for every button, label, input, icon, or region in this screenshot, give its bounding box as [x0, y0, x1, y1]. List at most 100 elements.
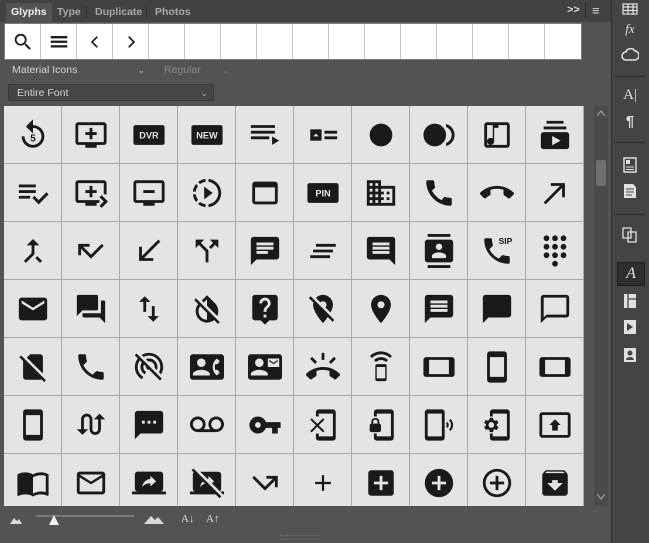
menu-glyph-icon[interactable]: [41, 24, 77, 59]
glyph-cell[interactable]: [178, 396, 236, 454]
zoom-search-icon[interactable]: [5, 24, 41, 59]
glyph-cell[interactable]: [236, 454, 294, 506]
media-icon[interactable]: [621, 318, 639, 336]
glyph-cell[interactable]: [62, 454, 120, 506]
show-filter-dropdown[interactable]: Entire Font ⌄: [8, 84, 214, 101]
glyph-cell[interactable]: [526, 396, 584, 454]
glyph-cell[interactable]: [526, 222, 584, 280]
resize-grip[interactable]: [280, 535, 320, 540]
glyph-cell[interactable]: [62, 106, 120, 164]
glyph-cell[interactable]: [410, 454, 468, 506]
glyph-cell[interactable]: [294, 280, 352, 338]
font-style-dropdown[interactable]: Regular ⌄: [156, 62, 234, 79]
recent-glyph-slot[interactable]: [437, 24, 473, 59]
glyph-cell[interactable]: [410, 338, 468, 396]
glyph-cell[interactable]: [352, 454, 410, 506]
recent-glyph-slot[interactable]: [257, 24, 293, 59]
glyph-cell[interactable]: [352, 396, 410, 454]
glyph-cell[interactable]: [526, 280, 584, 338]
glyph-cell[interactable]: [236, 280, 294, 338]
glyph-cell[interactable]: [236, 164, 294, 222]
recent-glyph-slot[interactable]: [221, 24, 257, 59]
glyph-cell[interactable]: [410, 106, 468, 164]
glyph-cell[interactable]: [120, 164, 178, 222]
table-icon[interactable]: [621, 0, 639, 18]
glyph-cell[interactable]: DVR: [120, 106, 178, 164]
glyph-cell[interactable]: [4, 280, 62, 338]
glyph-cell[interactable]: [468, 164, 526, 222]
glyph-cell[interactable]: [178, 164, 236, 222]
tab-type[interactable]: Type: [52, 3, 86, 22]
chevron-left-icon[interactable]: [77, 24, 113, 59]
glyph-cell[interactable]: [4, 454, 62, 506]
glyph-cell[interactable]: [62, 280, 120, 338]
recent-glyph-slot[interactable]: [329, 24, 365, 59]
chevron-right-icon[interactable]: [113, 24, 149, 59]
glyph-cell[interactable]: [526, 106, 584, 164]
glyph-cell[interactable]: [352, 338, 410, 396]
glyph-cell[interactable]: SIP: [468, 222, 526, 280]
paragraph-icon[interactable]: ¶: [621, 112, 639, 130]
small-mountain-icon[interactable]: [10, 516, 22, 524]
zoom-slider-handle[interactable]: [48, 514, 60, 526]
fx-effects-icon[interactable]: fx: [621, 20, 639, 38]
table-styles-icon[interactable]: [621, 292, 639, 310]
collapse-panel-icon[interactable]: >>: [567, 4, 580, 16]
glyph-cell[interactable]: [4, 164, 62, 222]
glyph-cell[interactable]: [410, 396, 468, 454]
glyph-cell[interactable]: [236, 396, 294, 454]
scrollbar-thumb[interactable]: [596, 160, 606, 186]
scroll-down-icon[interactable]: [597, 494, 605, 500]
recent-glyph-slot[interactable]: [365, 24, 401, 59]
glyph-cell[interactable]: [4, 396, 62, 454]
glyph-cell[interactable]: [352, 106, 410, 164]
paragraph-styles-icon[interactable]: [621, 182, 639, 200]
recent-glyph-slot[interactable]: [293, 24, 329, 59]
glyph-cell[interactable]: [468, 454, 526, 506]
glyph-cell[interactable]: [352, 280, 410, 338]
glyph-cell[interactable]: [410, 164, 468, 222]
glyph-cell[interactable]: [468, 106, 526, 164]
recent-glyph-slot[interactable]: [509, 24, 545, 59]
glyph-cell[interactable]: [62, 396, 120, 454]
tab-photos[interactable]: Photos: [150, 3, 196, 22]
glyph-cell[interactable]: [120, 280, 178, 338]
recent-glyph-slot[interactable]: [185, 24, 221, 59]
glyph-cell[interactable]: [468, 396, 526, 454]
glyph-cell[interactable]: [4, 222, 62, 280]
glyph-cell[interactable]: [178, 280, 236, 338]
glyph-cell[interactable]: [4, 338, 62, 396]
object-styles-icon[interactable]: [621, 156, 639, 174]
glyph-cell[interactable]: [120, 396, 178, 454]
glyph-cell[interactable]: [120, 338, 178, 396]
glyph-cell[interactable]: [236, 106, 294, 164]
tab-glyphs[interactable]: Glyphs: [6, 3, 52, 22]
scroll-up-icon[interactable]: [597, 110, 605, 116]
glyph-cell[interactable]: [120, 222, 178, 280]
increase-font-size-icon[interactable]: A↑: [206, 513, 219, 525]
glyph-cell[interactable]: [294, 338, 352, 396]
character-icon[interactable]: A|: [621, 86, 639, 104]
glyph-cell[interactable]: [294, 106, 352, 164]
glyph-cell[interactable]: [294, 454, 352, 506]
tab-duplicate[interactable]: Duplicate: [90, 3, 147, 22]
glyph-cell[interactable]: [352, 164, 410, 222]
glyph-cell[interactable]: NEW: [178, 106, 236, 164]
glyph-cell[interactable]: [526, 338, 584, 396]
glyph-cell[interactable]: [410, 280, 468, 338]
glyph-cell[interactable]: 5: [4, 106, 62, 164]
panel-menu-icon[interactable]: ≡: [592, 3, 600, 18]
glyph-cell[interactable]: [468, 280, 526, 338]
recent-glyph-slot[interactable]: [545, 24, 581, 59]
glyph-cell[interactable]: [294, 222, 352, 280]
glyph-cell[interactable]: [236, 338, 294, 396]
glyph-cell[interactable]: [178, 338, 236, 396]
glyph-cell[interactable]: [352, 222, 410, 280]
font-family-dropdown[interactable]: Material Icons ⌄: [4, 62, 150, 79]
glyph-cell[interactable]: [62, 338, 120, 396]
glyph-cell[interactable]: [410, 222, 468, 280]
glyph-cell[interactable]: [62, 164, 120, 222]
recent-glyph-slot[interactable]: [149, 24, 185, 59]
glyph-cell[interactable]: [294, 396, 352, 454]
decrease-font-size-icon[interactable]: A↓: [181, 513, 194, 525]
